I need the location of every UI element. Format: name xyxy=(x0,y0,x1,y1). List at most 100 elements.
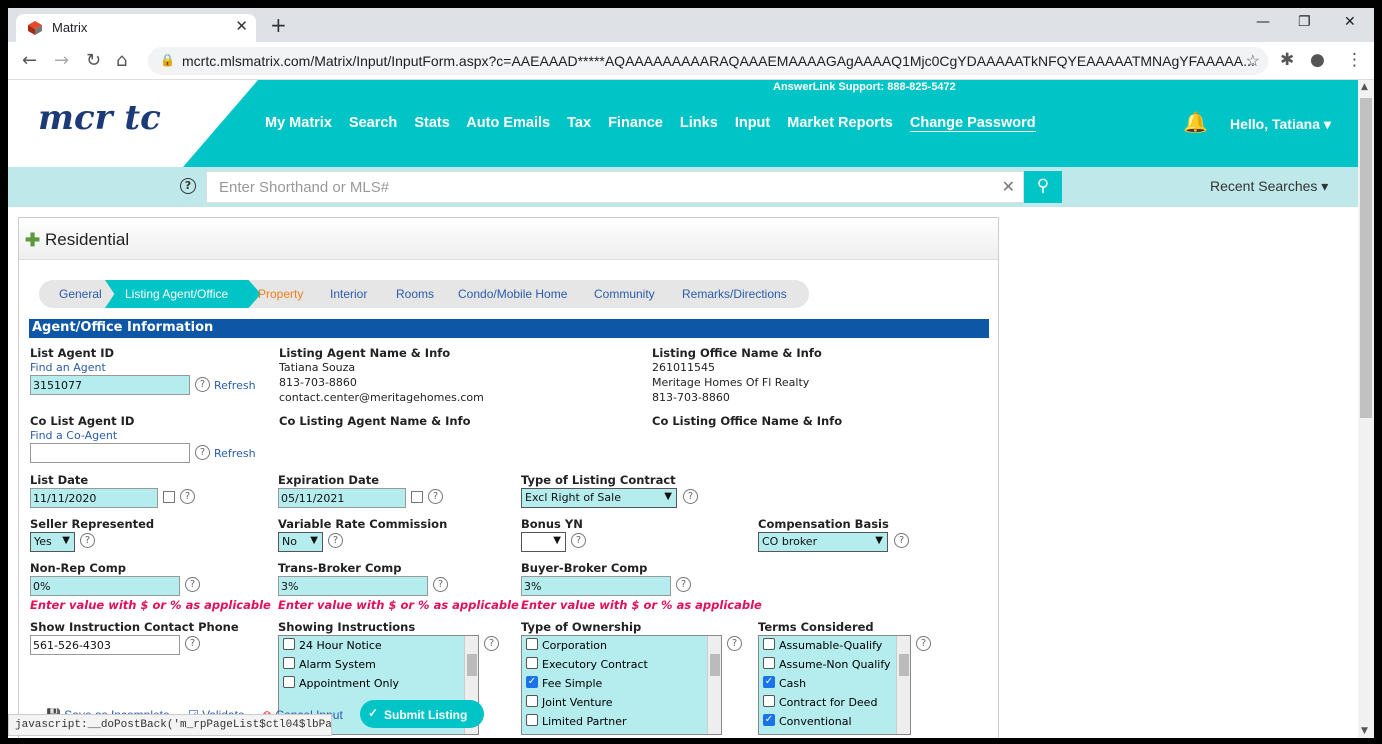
calendar-icon[interactable] xyxy=(163,491,175,503)
submit-listing-button[interactable]: ✓ Submit Listing xyxy=(360,700,484,728)
comp-basis-select[interactable]: CO broker ▼ xyxy=(758,532,888,552)
help-icon[interactable]: ? xyxy=(80,533,95,548)
scroll-thumb[interactable] xyxy=(467,654,477,676)
checkbox[interactable] xyxy=(283,657,295,669)
close-tab-icon[interactable]: ✕ xyxy=(235,17,248,35)
shorthand-search-input[interactable]: Enter Shorthand or MLS# ✕ xyxy=(206,171,1024,203)
nonrep-input[interactable]: 0% xyxy=(30,576,180,596)
find-co-agent-link[interactable]: Find a Co-Agent xyxy=(30,429,117,442)
list-item[interactable]: Corporation xyxy=(522,636,721,655)
bell-icon[interactable]: 🔔 xyxy=(1183,110,1208,134)
list-item[interactable]: 24 Hour Notice xyxy=(279,636,478,655)
var-rate-select[interactable]: No ▼ xyxy=(278,532,323,552)
contract-select[interactable]: Excl Right of Sale ▼ xyxy=(521,488,677,508)
contact-phone-input[interactable]: 561-526-4303 xyxy=(30,635,180,655)
checkbox-checked[interactable]: ✓ xyxy=(763,676,775,688)
refresh-link[interactable]: Refresh xyxy=(214,447,256,460)
search-button[interactable]: ⚲ xyxy=(1024,171,1062,203)
help-icon[interactable]: ? xyxy=(683,489,698,504)
calendar-icon[interactable] xyxy=(411,491,423,503)
list-item[interactable]: ✓ Conventional xyxy=(759,712,910,731)
step-listing-agent-office[interactable]: Listing Agent/Office xyxy=(125,287,228,301)
help-icon[interactable]: ? xyxy=(328,533,343,548)
checkbox[interactable] xyxy=(526,714,538,726)
terms-listbox[interactable]: Assumable-Qualify Assume-Non Qualify ✓ Ca… xyxy=(758,635,911,735)
checkbox[interactable] xyxy=(526,657,538,669)
step-community[interactable]: Community xyxy=(594,287,655,301)
scroll-thumb[interactable] xyxy=(1360,98,1372,418)
list-item[interactable]: Assumable-Qualify xyxy=(759,636,910,655)
browser-tab[interactable]: Matrix ✕ xyxy=(16,14,256,42)
listbox-scrollbar[interactable] xyxy=(896,636,910,734)
help-icon[interactable]: ? xyxy=(185,577,200,592)
scroll-up-icon[interactable]: ▲ xyxy=(1361,82,1368,92)
list-item[interactable]: Appointment Only xyxy=(279,674,478,693)
recent-searches-dropdown[interactable]: Recent Searches ▾ xyxy=(1210,178,1328,195)
close-window-icon[interactable]: ✕ xyxy=(1344,14,1356,30)
minimize-icon[interactable]: — xyxy=(1256,14,1270,30)
help-icon[interactable]: ? xyxy=(916,636,931,651)
help-icon[interactable]: ? xyxy=(185,636,200,651)
step-property[interactable]: Property xyxy=(258,287,303,301)
checkbox[interactable] xyxy=(763,695,775,707)
checkbox[interactable] xyxy=(283,676,295,688)
profile-icon[interactable]: ● xyxy=(1310,50,1325,70)
bookmark-star-icon[interactable]: ☆ xyxy=(1246,51,1260,71)
checkbox-checked[interactable]: ✓ xyxy=(763,714,775,726)
list-item[interactable]: Joint Venture xyxy=(522,693,721,712)
maximize-icon[interactable]: ❐ xyxy=(1298,14,1311,30)
list-item[interactable]: Alarm System xyxy=(279,655,478,674)
step-interior[interactable]: Interior xyxy=(330,287,367,301)
menu-search[interactable]: Search xyxy=(349,115,397,131)
reload-icon[interactable]: ↻ xyxy=(86,50,101,71)
forward-icon[interactable]: → xyxy=(54,50,69,71)
checkbox[interactable] xyxy=(283,638,295,650)
checkbox-checked[interactable]: ✓ xyxy=(526,676,538,688)
seller-rep-select[interactable]: Yes ▼ xyxy=(30,532,75,552)
checkbox[interactable] xyxy=(763,657,775,669)
menu-tax[interactable]: Tax xyxy=(567,115,591,131)
list-date-input[interactable]: 11/11/2020 xyxy=(30,488,158,508)
list-item[interactable]: ✓ Cash xyxy=(759,674,910,693)
trans-input[interactable]: 3% xyxy=(278,576,428,596)
buyer-input[interactable]: 3% xyxy=(521,576,671,596)
mcrtc-logo[interactable]: mcr tc xyxy=(38,98,161,138)
help-icon[interactable]: ? xyxy=(428,489,443,504)
home-icon[interactable]: ⌂ xyxy=(116,50,127,71)
clear-icon[interactable]: ✕ xyxy=(1002,177,1015,197)
help-icon[interactable]: ? xyxy=(433,577,448,592)
scroll-thumb[interactable] xyxy=(899,654,909,676)
list-item[interactable]: Contract for Deed xyxy=(759,693,910,712)
step-general[interactable]: General xyxy=(59,287,102,301)
co-agent-id-input[interactable] xyxy=(30,443,190,463)
menu-auto-emails[interactable]: Auto Emails xyxy=(466,115,550,131)
plus-icon[interactable]: ✚ xyxy=(25,230,40,251)
list-item[interactable]: Executory Contract xyxy=(522,655,721,674)
user-menu[interactable]: Hello, Tatiana ▾ xyxy=(1230,116,1331,133)
menu-stats[interactable]: Stats xyxy=(414,115,449,131)
back-icon[interactable]: ← xyxy=(22,50,37,71)
listbox-scrollbar[interactable] xyxy=(707,636,721,734)
new-tab-icon[interactable]: + xyxy=(270,13,287,37)
scroll-down-icon[interactable]: ▼ xyxy=(1361,726,1368,736)
extensions-icon[interactable]: ✱ xyxy=(1280,50,1294,70)
help-icon[interactable]: ? xyxy=(894,533,909,548)
list-item[interactable]: ✓ Fee Simple xyxy=(522,674,721,693)
list-item[interactable]: Limited Partner xyxy=(522,712,721,731)
checkbox[interactable] xyxy=(763,638,775,650)
refresh-link[interactable]: Refresh xyxy=(214,379,256,392)
bonus-select[interactable]: ▼ xyxy=(521,532,566,552)
menu-finance[interactable]: Finance xyxy=(608,115,663,131)
menu-market-reports[interactable]: Market Reports xyxy=(787,115,893,131)
url-field[interactable]: 🔒 mcrtc.mlsmatrix.com/Matrix/Input/Input… xyxy=(148,47,1268,75)
help-icon[interactable]: ? xyxy=(676,577,691,592)
help-icon[interactable]: ? xyxy=(571,533,586,548)
checkbox[interactable] xyxy=(526,638,538,650)
step-remarks[interactable]: Remarks/Directions xyxy=(682,287,787,301)
help-icon[interactable]: ? xyxy=(727,636,742,651)
checkbox[interactable] xyxy=(526,695,538,707)
step-condo[interactable]: Condo/Mobile Home xyxy=(458,287,567,301)
help-icon[interactable]: ? xyxy=(195,445,210,460)
page-scrollbar[interactable]: ▲ ▼ xyxy=(1358,80,1374,738)
menu-change-password[interactable]: Change Password xyxy=(909,115,1036,132)
